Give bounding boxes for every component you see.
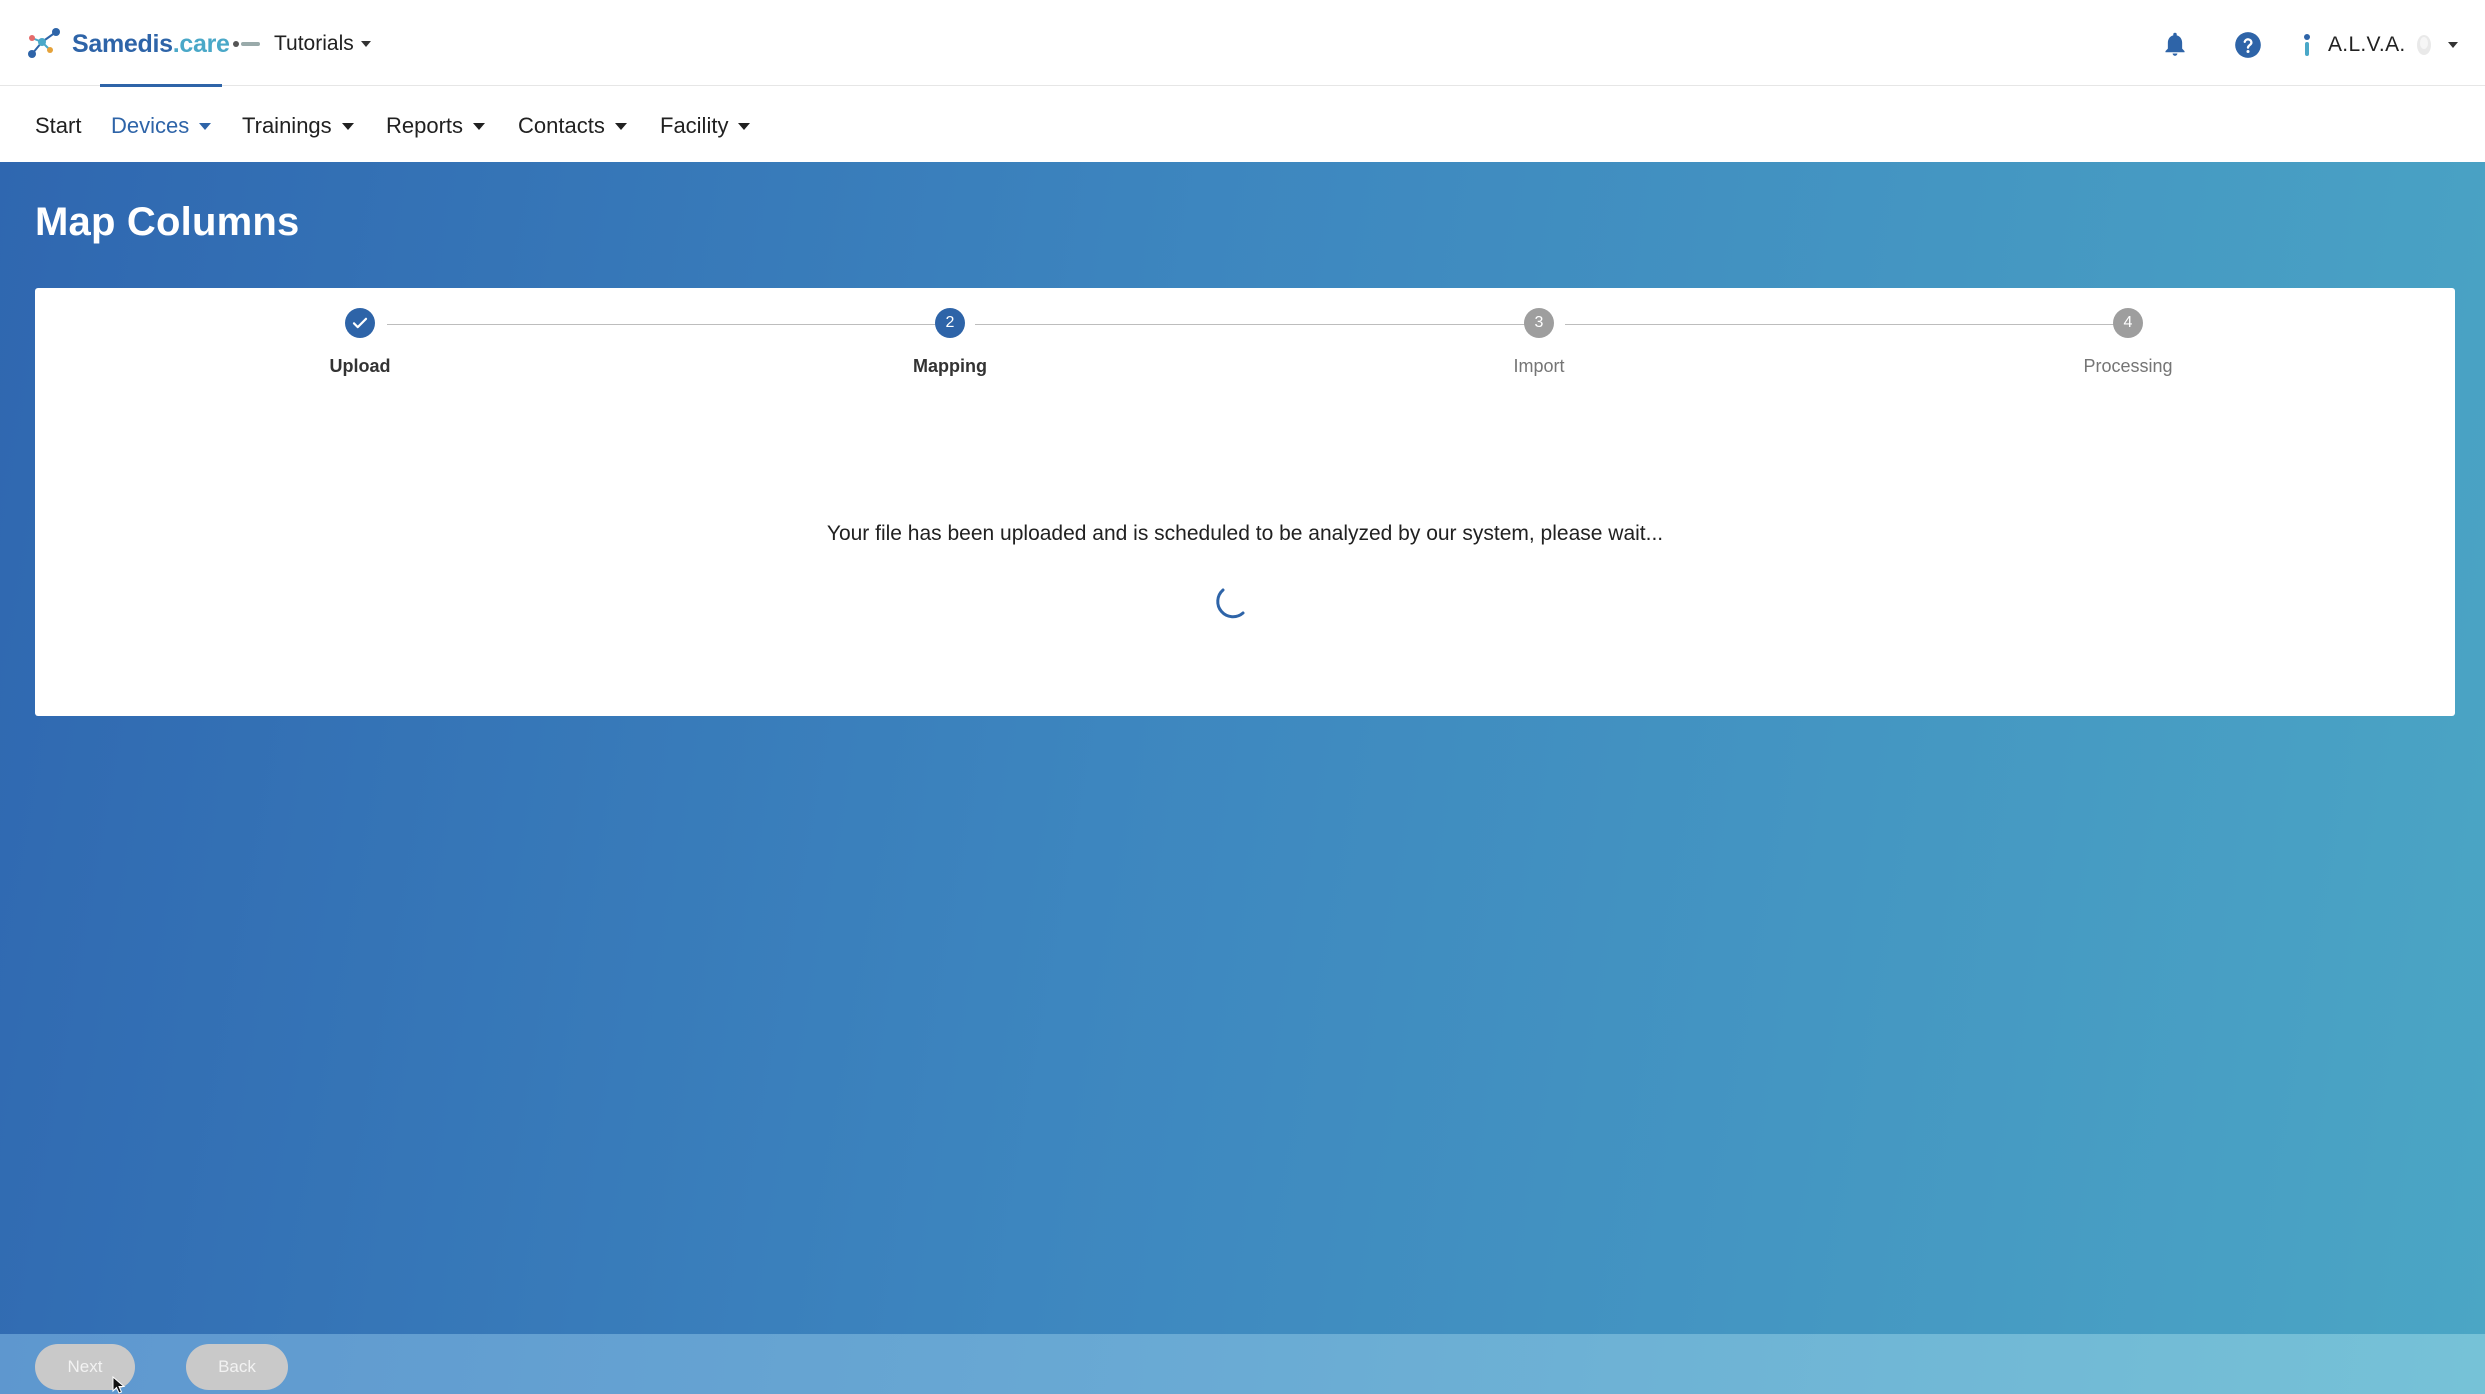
page-title: Map Columns bbox=[35, 200, 300, 244]
user-name: A.L.V.A. bbox=[2328, 33, 2406, 56]
nav-item-label: Devices bbox=[111, 113, 190, 138]
step-circle bbox=[345, 308, 375, 338]
nav-item-label: Start bbox=[35, 113, 82, 138]
step-label: Upload bbox=[329, 356, 391, 376]
wizard-action-bar: Next Back bbox=[0, 1334, 2485, 1394]
nav-item-label: Facility bbox=[660, 113, 729, 138]
step-label: Processing bbox=[2083, 356, 2173, 376]
tenant-label: Tutorials bbox=[274, 32, 354, 55]
main-content: Map Columns Upload 2 Mapping 3 Import 4 … bbox=[0, 162, 2485, 1394]
user-figure-icon bbox=[2304, 34, 2310, 56]
step-import: 3 Import bbox=[1439, 308, 1639, 377]
chevron-down-icon bbox=[360, 41, 371, 47]
step-label: Import bbox=[1513, 356, 1565, 376]
nav-item-label: Reports bbox=[386, 113, 464, 138]
help-button[interactable] bbox=[2225, 22, 2271, 68]
user-avatar bbox=[2416, 35, 2431, 55]
help-circle-icon bbox=[2235, 32, 2261, 58]
mouse-cursor-icon bbox=[112, 1376, 126, 1394]
step-upload: Upload bbox=[260, 308, 460, 377]
top-header: Samedis.care Tutorials A.L.V.A. bbox=[0, 0, 2485, 86]
tenant-logo-icon bbox=[233, 41, 260, 47]
nav-item-devices[interactable]: Devices bbox=[111, 111, 212, 141]
brand-logo[interactable]: Samedis.care bbox=[24, 24, 230, 64]
nav-item-trainings[interactable]: Trainings bbox=[242, 111, 354, 141]
step-number: 3 bbox=[1524, 308, 1554, 338]
samedis-molecule-icon bbox=[28, 28, 60, 58]
user-menu[interactable]: A.L.V.A. bbox=[2300, 24, 2458, 66]
nav-item-label: Trainings bbox=[242, 113, 332, 138]
notifications-button[interactable] bbox=[2152, 22, 2198, 68]
check-icon bbox=[352, 317, 368, 329]
tenant-selector[interactable]: Tutorials bbox=[232, 26, 371, 62]
main-nav: Start Devices Trainings Reports Contacts… bbox=[0, 87, 2485, 162]
step-processing: 4 Processing bbox=[2028, 308, 2228, 377]
chevron-down-icon bbox=[738, 122, 751, 130]
back-button[interactable]: Back bbox=[186, 1344, 288, 1390]
chevron-down-icon bbox=[614, 122, 627, 130]
brand-name: Samedis.care bbox=[72, 29, 230, 58]
step-number: 2 bbox=[935, 308, 965, 338]
chevron-down-icon bbox=[473, 122, 486, 130]
stepper: Upload 2 Mapping 3 Import 4 Processing bbox=[35, 288, 2455, 408]
spinner-icon bbox=[1216, 588, 1245, 619]
nav-item-label: Contacts bbox=[518, 113, 605, 138]
bell-icon bbox=[2165, 32, 2185, 56]
nav-item-start[interactable]: Start bbox=[35, 111, 81, 141]
chevron-down-icon bbox=[199, 122, 212, 130]
step-mapping: 2 Mapping bbox=[850, 308, 1050, 377]
nav-item-contacts[interactable]: Contacts bbox=[518, 111, 627, 141]
step-number: 4 bbox=[2113, 308, 2143, 338]
nav-item-reports[interactable]: Reports bbox=[386, 111, 486, 141]
chevron-down-icon bbox=[2447, 42, 2458, 48]
import-wizard-card: Upload 2 Mapping 3 Import 4 Processing Y… bbox=[35, 288, 2455, 716]
nav-item-facility[interactable]: Facility bbox=[660, 111, 751, 141]
status-message: Your file has been uploaded and is sched… bbox=[826, 522, 1664, 545]
step-label: Mapping bbox=[913, 356, 987, 376]
chevron-down-icon bbox=[341, 122, 354, 130]
